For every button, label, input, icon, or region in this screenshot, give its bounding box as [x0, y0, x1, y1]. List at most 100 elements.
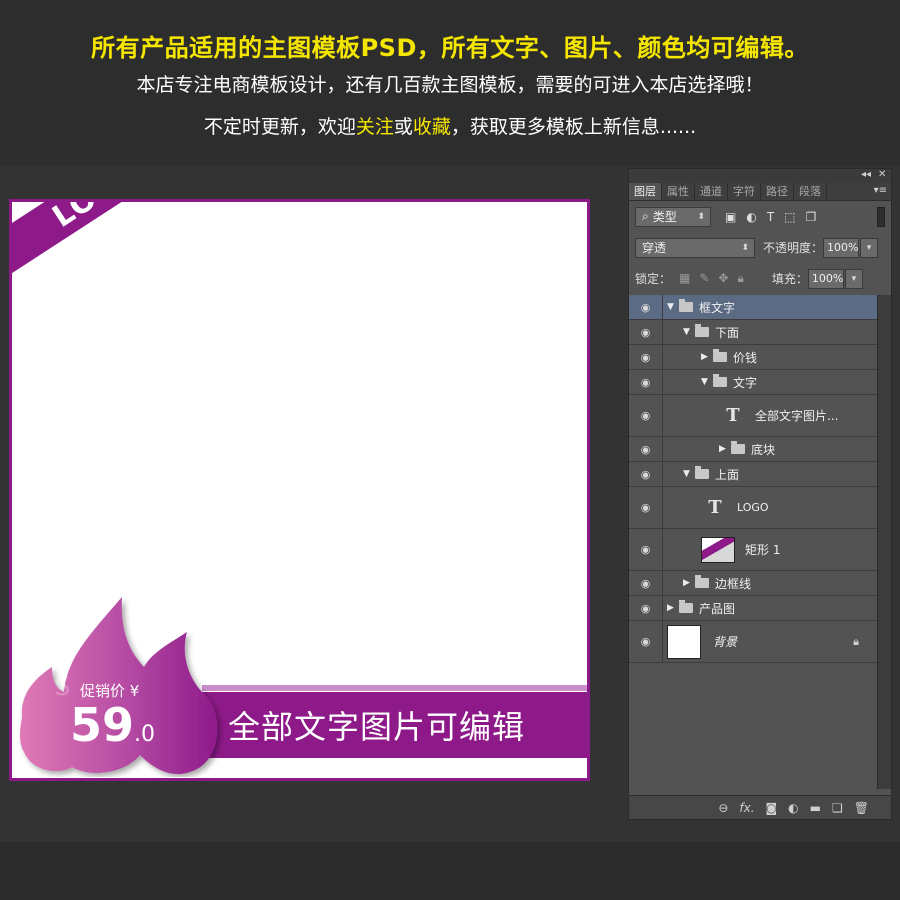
- adjustment-icon[interactable]: ◐: [788, 801, 798, 815]
- fill-input[interactable]: 100%: [807, 268, 844, 289]
- layer-row[interactable]: ◉ 背景 🔒︎: [629, 621, 877, 663]
- banner-top-line: [202, 685, 587, 691]
- smart-object-filter-icon[interactable]: ❐: [806, 210, 817, 224]
- blend-mode-select[interactable]: 穿透 ⬍: [635, 237, 755, 258]
- eye-icon[interactable]: ◉: [629, 370, 663, 394]
- shape-filter-icon[interactable]: ⬚: [784, 210, 795, 224]
- layer-row[interactable]: ◉ ▼ 下面: [629, 320, 877, 345]
- layer-row[interactable]: ◉ ▼ 文字: [629, 370, 877, 395]
- tab-paths[interactable]: 路径: [761, 183, 794, 200]
- filter-toggle[interactable]: [877, 207, 885, 227]
- chevron-down-icon[interactable]: ▾: [860, 237, 879, 258]
- fx-icon[interactable]: fx.: [739, 801, 754, 815]
- trash-icon[interactable]: 🗑︎: [854, 801, 869, 815]
- image-filter-icon[interactable]: ▣: [725, 210, 736, 224]
- template-canvas[interactable]: LOGO 全部文字图片可编辑 S 促销价 ¥ 59 .0: [9, 199, 590, 781]
- layer-row[interactable]: ◉ ▼ 框文字: [629, 295, 877, 320]
- logo-text: LOGO: [46, 202, 147, 234]
- layer-name: 上面: [715, 467, 740, 482]
- expanded-arrow-icon[interactable]: ▼: [683, 327, 695, 337]
- new-group-icon[interactable]: ▬: [810, 801, 821, 815]
- chevron-down-icon[interactable]: ▾: [844, 268, 863, 289]
- filter-icons: ▣ ◐ T ⬚ ❐: [725, 210, 816, 224]
- eye-icon[interactable]: ◉: [629, 345, 663, 369]
- text-layer-icon: T: [726, 405, 740, 426]
- eye-icon[interactable]: ◉: [629, 487, 663, 528]
- tab-paragraph[interactable]: 段落: [794, 183, 827, 200]
- layer-name: 背景: [713, 635, 738, 649]
- lock-icon: 🔒︎: [853, 634, 859, 648]
- expanded-arrow-icon[interactable]: ▼: [701, 377, 713, 387]
- eye-icon[interactable]: ◉: [629, 462, 663, 486]
- layer-row[interactable]: ◉ ▶ 底块: [629, 437, 877, 462]
- expanded-arrow-icon[interactable]: ▼: [667, 302, 679, 312]
- fill-label: 填充：: [771, 272, 808, 286]
- collapse-icon[interactable]: ◂◂: [861, 169, 871, 180]
- eye-icon[interactable]: ◉: [629, 621, 663, 662]
- panel-titlebar: ◂◂ ✕: [629, 169, 891, 183]
- close-icon[interactable]: ✕: [878, 169, 886, 180]
- layer-row[interactable]: ◉ 矩形 1: [629, 529, 877, 571]
- price-decimal: .0: [134, 722, 155, 747]
- tab-character[interactable]: 字符: [728, 183, 761, 200]
- layer-name: 框文字: [699, 300, 736, 315]
- link-icon[interactable]: ⊖: [718, 801, 728, 815]
- eye-icon[interactable]: ◉: [629, 437, 663, 461]
- panel-menu-icon[interactable]: ▾≡: [874, 185, 887, 196]
- eye-icon[interactable]: ◉: [629, 295, 663, 319]
- lock-row: 锁定： ▦ ✎ ✥ 🔒︎ 填充： 100% ▾: [629, 263, 891, 294]
- expanded-arrow-icon[interactable]: ▼: [683, 469, 695, 479]
- layer-row[interactable]: ◉ ▶ 产品图: [629, 596, 877, 621]
- type-filter-icon[interactable]: T: [767, 210, 774, 224]
- eye-icon[interactable]: ◉: [629, 529, 663, 570]
- layer-name: 产品图: [699, 601, 736, 616]
- layer-name: 矩形 1: [745, 543, 781, 557]
- tab-channels[interactable]: 通道: [695, 183, 728, 200]
- layer-row[interactable]: ◉ T LOGO: [629, 487, 877, 529]
- tab-properties[interactable]: 属性: [662, 183, 695, 200]
- opacity-label: 不透明度：: [763, 241, 824, 255]
- ghost-letter: S: [54, 672, 71, 702]
- lock-transparent-icon[interactable]: ▦: [679, 271, 690, 286]
- logo-ribbon: LOGO: [12, 202, 252, 298]
- layer-name: 文字: [733, 375, 758, 390]
- lock-paint-icon[interactable]: ✎: [699, 271, 709, 286]
- headline: 所有产品适用的主图模板PSD，所有文字、图片、颜色均可编辑。: [91, 34, 809, 62]
- lock-all-icon[interactable]: 🔒︎: [737, 271, 743, 286]
- new-layer-icon[interactable]: ❏: [832, 801, 843, 815]
- blend-row: 穿透 ⬍ 不透明度： 100% ▾: [629, 232, 891, 263]
- bottom-strip: [0, 842, 900, 900]
- tab-layers[interactable]: 图层: [629, 183, 662, 200]
- notice-text-or: 或: [393, 116, 413, 138]
- mask-icon[interactable]: ◙: [766, 801, 778, 815]
- folder-icon: [695, 324, 709, 337]
- eye-icon[interactable]: ◉: [629, 395, 663, 436]
- collapsed-arrow-icon[interactable]: ▶: [683, 578, 695, 588]
- opacity-input[interactable]: 100%: [823, 237, 860, 258]
- layer-name: 下面: [715, 325, 740, 340]
- layer-name: 全部文字图片...: [755, 409, 839, 423]
- folder-icon: [695, 466, 709, 479]
- price-integer: 59: [70, 698, 135, 752]
- adjustment-filter-icon[interactable]: ◐: [746, 210, 756, 224]
- layer-row[interactable]: ◉ ▶ 价钱: [629, 345, 877, 370]
- collapsed-arrow-icon[interactable]: ▶: [701, 352, 713, 362]
- folder-icon: [695, 575, 709, 588]
- search-icon: ⌕: [642, 209, 649, 223]
- layer-row[interactable]: ◉ T 全部文字图片...: [629, 395, 877, 437]
- panel-footer: ⊖ fx. ◙ ◐ ▬ ❏ 🗑︎: [629, 795, 891, 819]
- eye-icon[interactable]: ◉: [629, 320, 663, 344]
- layer-name: LOGO: [737, 501, 769, 514]
- layer-row[interactable]: ◉ ▼ 上面: [629, 462, 877, 487]
- collapsed-arrow-icon[interactable]: ▶: [719, 444, 731, 454]
- filter-type-value: 类型: [652, 210, 677, 224]
- collapsed-arrow-icon[interactable]: ▶: [667, 603, 679, 613]
- layer-row[interactable]: ◉ ▶ 边框线: [629, 571, 877, 596]
- bottom-banner: 全部文字图片可编辑: [202, 692, 587, 758]
- eye-icon[interactable]: ◉: [629, 596, 663, 620]
- filter-type-select[interactable]: ⌕ 类型 ⬍: [635, 206, 711, 227]
- layers-scrollbar[interactable]: [877, 295, 891, 789]
- lock-move-icon[interactable]: ✥: [718, 271, 728, 286]
- eye-icon[interactable]: ◉: [629, 571, 663, 595]
- layers-panel: ◂◂ ✕ 图层 属性 通道 字符 路径 段落 ▾≡ ⌕ 类型 ⬍ ▣ ◐ T ⬚…: [628, 168, 892, 820]
